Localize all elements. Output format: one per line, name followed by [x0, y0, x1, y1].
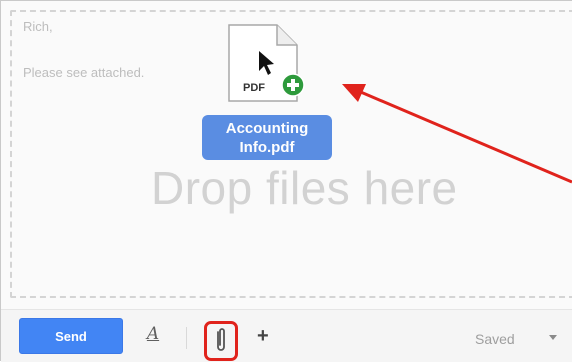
- pdf-icon-text: PDF: [243, 82, 265, 94]
- chevron-down-icon[interactable]: [549, 335, 557, 340]
- message-body[interactable]: Rich, Please see attached. Drop files he…: [1, 1, 572, 309]
- formatting-options-icon[interactable]: A: [144, 324, 162, 348]
- compose-toolbar: Send A + Saved: [1, 309, 572, 362]
- send-button[interactable]: Send: [19, 318, 123, 354]
- more-options-icon[interactable]: +: [257, 325, 269, 348]
- pdf-file-icon[interactable]: PDF: [223, 23, 309, 105]
- compose-window: Rich, Please see attached. Drop files he…: [0, 0, 572, 362]
- save-status: Saved: [475, 331, 515, 347]
- drop-zone-text: Drop files here: [151, 162, 458, 214]
- dragged-file-name: Accounting Info.pdf: [202, 115, 332, 160]
- file-name-line-2: Info.pdf: [239, 139, 295, 156]
- attach-files-highlight: [204, 321, 238, 361]
- file-name-line-1: Accounting: [225, 120, 309, 137]
- toolbar-divider: [186, 327, 187, 349]
